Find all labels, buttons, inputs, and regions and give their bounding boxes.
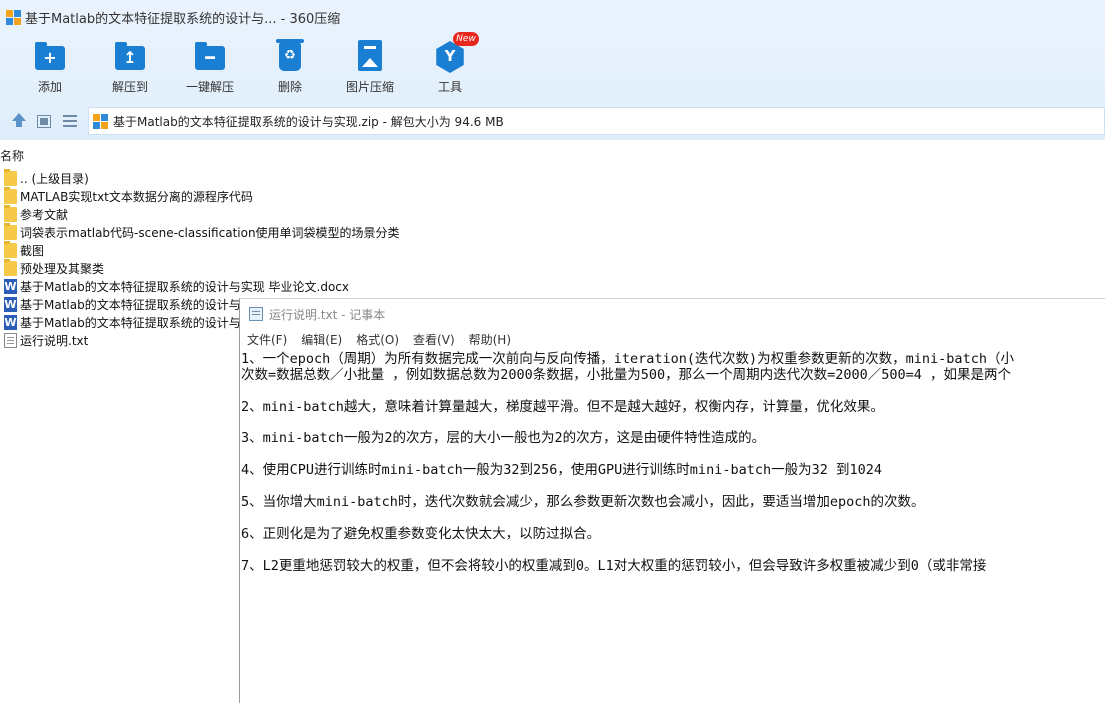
new-badge: New — [453, 32, 479, 46]
add-folder-icon: + — [34, 40, 66, 72]
navigation-row: 基于Matlab的文本特征提取系统的设计与实现.zip - 解包大小为 94.6… — [0, 107, 1105, 137]
folder-icon — [4, 168, 17, 186]
top-panel: 基于Matlab的文本特征提取系统的设计与... - 360压缩 + 添加 ↥ … — [0, 0, 1105, 140]
folder-icon — [4, 204, 17, 222]
image-compress-button[interactable]: 图片压缩 — [330, 38, 410, 100]
folder-icon — [4, 240, 17, 258]
file-name: 基于Matlab的文本特征提取系统的设计与 — [20, 297, 241, 312]
list-item[interactable]: 预处理及其聚类 — [0, 258, 620, 277]
file-name: 基于Matlab的文本特征提取系统的设计与 — [20, 315, 241, 330]
notepad-text-area[interactable]: 1、一个epoch（周期）为所有数据完成一次前向与反向传播，iteration(… — [240, 349, 1105, 704]
file-name: 运行说明.txt — [20, 333, 89, 348]
extract-to-label: 解压到 — [111, 80, 148, 94]
menu-file[interactable]: 文件(F) — [247, 331, 287, 348]
file-name: 基于Matlab的文本特征提取系统的设计与实现 毕业论文.docx — [20, 279, 350, 294]
address-text: 基于Matlab的文本特征提取系统的设计与实现.zip - 解包大小为 94.6… — [113, 114, 504, 129]
delete-icon: ♻ — [274, 39, 306, 72]
text-line: 6、正则化是为了避免权重参数变化太快太大，以防过拟合。 — [241, 526, 601, 542]
word-doc-icon: W — [4, 278, 17, 294]
extract-to-icon: ↥ — [114, 40, 146, 72]
word-doc-icon: W — [4, 296, 17, 312]
toolbar: + 添加 ↥ 解压到 ━ 一键解压 ♻ 删除 图片压缩 Y 工具 — [10, 38, 490, 100]
menu-view[interactable]: 查看(V) — [413, 331, 455, 348]
file-name: 截图 — [20, 243, 45, 258]
add-label: 添加 — [37, 80, 62, 94]
add-button[interactable]: + 添加 — [10, 38, 90, 100]
list-item[interactable]: MATLAB实现txt文本数据分离的源程序代码 — [0, 186, 620, 205]
zip-file-icon — [93, 113, 108, 129]
menu-format[interactable]: 格式(O) — [356, 331, 399, 348]
text-line: 7、L2更重地惩罚较大的权重，但不会将较小的权重减到0。L1对大权重的惩罚较小，… — [241, 558, 987, 574]
list-view-icon[interactable] — [63, 115, 77, 127]
menu-edit[interactable]: 编辑(E) — [301, 331, 342, 348]
tools-label: 工具 — [437, 80, 462, 94]
folder-icon — [4, 258, 17, 276]
notepad-icon — [249, 307, 263, 321]
thumbnail-view-icon[interactable] — [37, 115, 51, 128]
text-line: 次数=数据总数／小批量 ，例如数据总数为2000条数据，小批量为500，那么一个… — [241, 367, 1012, 383]
image-compress-icon — [354, 40, 386, 72]
notepad-title-bar[interactable]: 运行说明.txt - 记事本 — [240, 299, 1105, 329]
list-item[interactable]: 参考文献 — [0, 204, 620, 223]
file-name: .. (上级目录) — [20, 171, 89, 186]
tools-button[interactable]: Y 工具 — [410, 38, 490, 100]
extract-to-button[interactable]: ↥ 解压到 — [90, 38, 170, 100]
file-name: 预处理及其聚类 — [20, 261, 105, 276]
list-item[interactable]: 截图 — [0, 240, 620, 259]
360zip-app-icon — [6, 9, 21, 25]
title-bar: 基于Matlab的文本特征提取系统的设计与... - 360压缩 — [0, 0, 700, 34]
text-line: 3、mini-batch一般为2的次方，层的大小一般也为2的次方，这是由硬件特性… — [241, 430, 766, 446]
address-bar[interactable]: 基于Matlab的文本特征提取系统的设计与实现.zip - 解包大小为 94.6… — [88, 107, 1105, 135]
one-click-extract-label: 一键解压 — [185, 80, 234, 94]
window-title: 基于Matlab的文本特征提取系统的设计与... - 360压缩 — [25, 11, 341, 27]
file-name: 词袋表示matlab代码-scene-classification使用单词袋模型… — [20, 225, 400, 240]
one-click-extract-icon: ━ — [194, 40, 226, 72]
notepad-menu-bar: 文件(F) 编辑(E) 格式(O) 查看(V) 帮助(H) — [240, 329, 1105, 349]
menu-help[interactable]: 帮助(H) — [469, 331, 511, 348]
notepad-title: 运行说明.txt - 记事本 — [269, 307, 386, 322]
folder-icon — [4, 186, 17, 204]
word-doc-icon: W — [4, 314, 17, 330]
text-line: 2、mini-batch越大，意味着计算量越大，梯度越平滑。但不是越大越好，权衡… — [241, 399, 884, 415]
image-compress-label: 图片压缩 — [345, 80, 394, 94]
folder-icon — [4, 222, 17, 240]
one-click-extract-button[interactable]: ━ 一键解压 — [170, 38, 250, 100]
text-line: 5、当你增大mini-batch时，迭代次数就会减少，那么参数更新次数也会减小，… — [241, 494, 925, 510]
up-arrow-icon[interactable] — [11, 113, 27, 129]
column-header-name[interactable]: 名称 — [0, 147, 24, 164]
text-line: 4、使用CPU进行训练时mini-batch一般为32到256，使用GPU进行训… — [241, 462, 882, 478]
list-item[interactable]: W 基于Matlab的文本特征提取系统的设计与实现 毕业论文.docx — [0, 277, 620, 295]
text-file-icon — [4, 332, 17, 348]
file-name: MATLAB实现txt文本数据分离的源程序代码 — [20, 189, 253, 204]
file-name: 参考文献 — [20, 207, 69, 222]
delete-button[interactable]: ♻ 删除 — [250, 38, 330, 100]
notepad-window[interactable]: 运行说明.txt - 记事本 文件(F) 编辑(E) 格式(O) 查看(V) 帮… — [239, 298, 1105, 703]
list-item[interactable]: 词袋表示matlab代码-scene-classification使用单词袋模型… — [0, 222, 620, 241]
list-item[interactable]: .. (上级目录) — [0, 168, 620, 187]
delete-label: 删除 — [277, 80, 302, 94]
